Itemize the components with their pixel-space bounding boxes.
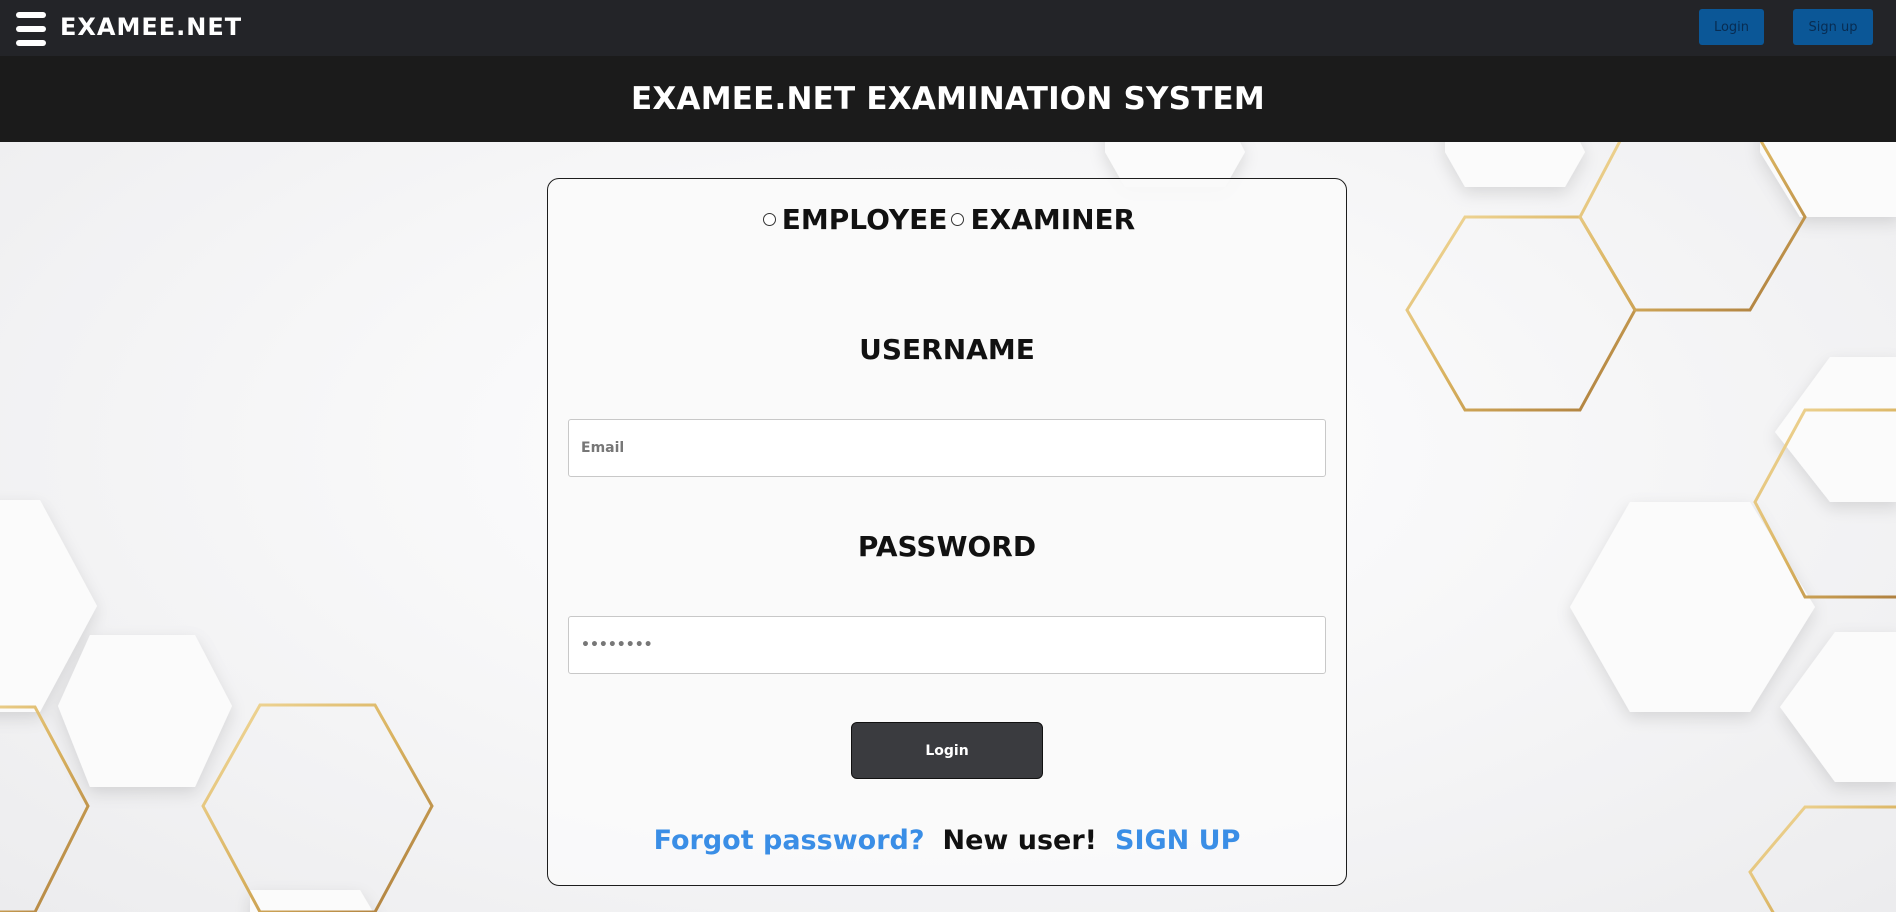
page-title-bar: EXAMEE.NET EXAMINATION SYSTEM [0,56,1896,142]
signup-link[interactable]: SIGN UP [1115,825,1240,856]
role-selector: EMPLOYEE EXAMINER [548,203,1346,236]
password-label: PASSWORD [857,530,1037,563]
forgot-password-link[interactable]: Forgot password? [654,825,925,856]
examiner-radio[interactable] [951,213,965,226]
employee-label[interactable]: EMPLOYEE [782,203,948,236]
top-navbar: EXAMEE.NET Login Sign up [0,0,1896,56]
username-label: USERNAME [859,333,1035,366]
new-user-text: New user! [942,825,1098,856]
password-input[interactable] [568,616,1326,674]
employee-radio[interactable] [762,213,776,226]
email-input[interactable] [568,419,1326,477]
brand-logo[interactable]: EXAMEE.NET [60,13,242,41]
nav-signup-button[interactable]: Sign up [1793,9,1873,45]
footer-links: Forgot password? New user! SIGN UP [548,825,1346,856]
examiner-label[interactable]: EXAMINER [970,203,1135,236]
login-button[interactable]: Login [851,722,1043,779]
login-card: EMPLOYEE EXAMINER USERNAME PASSWORD Logi… [547,178,1347,886]
page-title: EXAMEE.NET EXAMINATION SYSTEM [631,81,1265,117]
nav-login-button[interactable]: Login [1699,9,1764,45]
hamburger-menu-icon[interactable] [16,12,46,46]
